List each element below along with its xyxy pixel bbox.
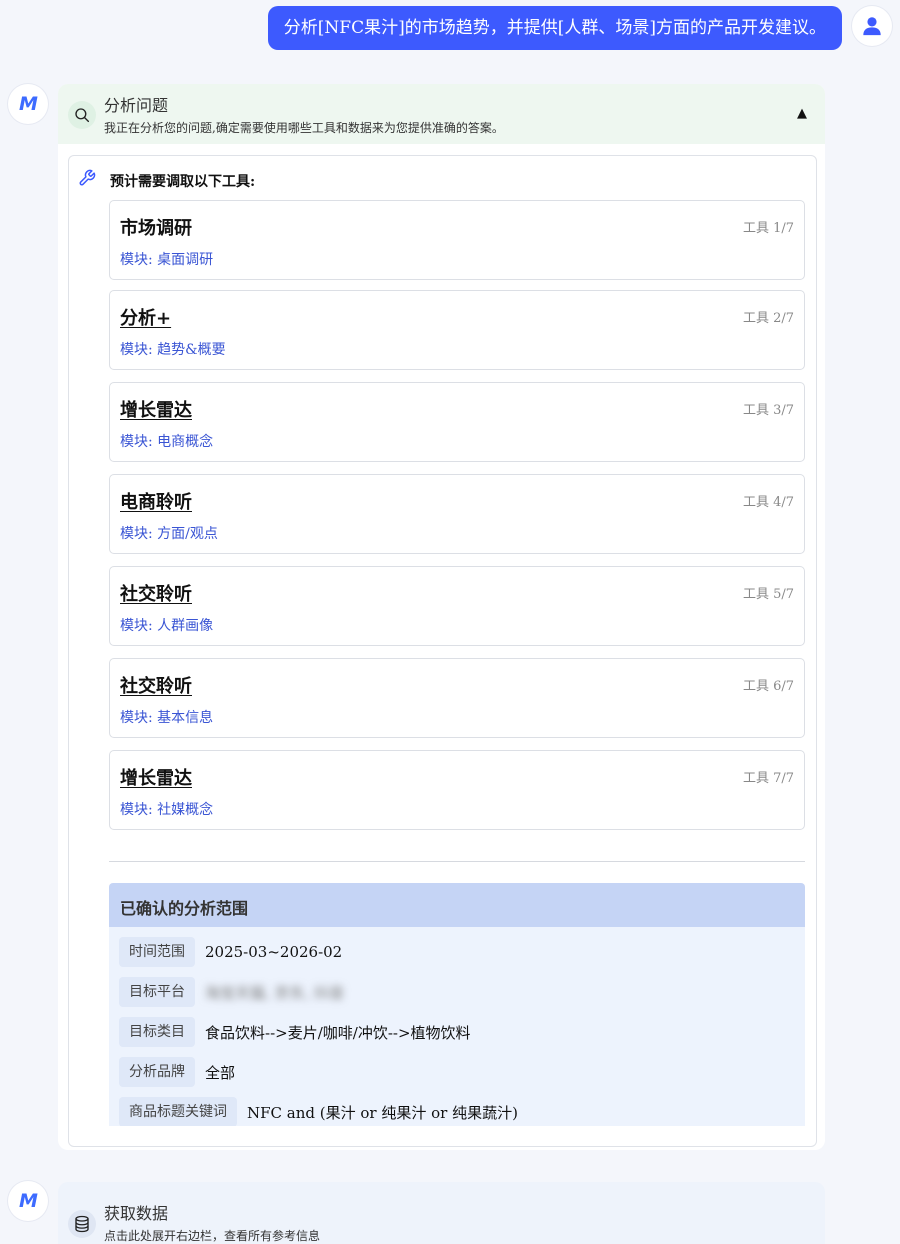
tool-module: 模块: 方面/观点 [120, 526, 218, 542]
tool-module: 模块: 社媒概念 [120, 802, 214, 818]
scope-value: 食品饮料-->麦片/咖啡/冲饮-->植物饮料 [205, 1023, 471, 1042]
scope-row: 商品标题关键词 NFC and (果汁 or 纯果汁 or 纯果蔬汁) [119, 1097, 518, 1126]
tool-index: 工具 5/7 [742, 587, 794, 602]
tool-index: 工具 4/7 [742, 495, 794, 510]
analysis-panel: 分析问题 我正在分析您的问题,确定需要使用哪些工具和数据来为您提供准确的答案。 … [58, 84, 825, 1150]
scope-row: 时间范围 2025-03~2026-02 [119, 937, 342, 967]
scope-label: 商品标题关键词 [119, 1097, 237, 1126]
user-avatar [852, 6, 892, 46]
tool-module: 模块: 趋势&概要 [120, 342, 226, 358]
scope-row: 目标类目 食品饮料-->麦片/咖啡/冲饮-->植物饮料 [119, 1017, 471, 1047]
user-message-row: 分析[NFC果汁]的市场趋势，并提供[人群、场景]方面的产品开发建议。 [0, 6, 900, 50]
tool-name-link[interactable]: 社交聆听 [120, 580, 192, 606]
scope-label: 分析品牌 [119, 1057, 195, 1087]
tool-module: 模块: 电商概念 [120, 434, 214, 450]
collapse-toggle-icon[interactable]: ▲ [797, 106, 807, 121]
tool-card[interactable]: 分析+ 工具 2/7 模块: 趋势&概要 [109, 290, 805, 370]
bot-avatar: M [8, 84, 48, 124]
tool-card[interactable]: 社交聆听 工具 5/7 模块: 人群画像 [109, 566, 805, 646]
user-message-bubble: 分析[NFC果汁]的市场趋势，并提供[人群、场景]方面的产品开发建议。 [267, 6, 842, 50]
tool-name-link[interactable]: 分析+ [120, 304, 171, 330]
scope-value: 全部 [205, 1063, 236, 1082]
tool-name-link[interactable]: 增长雷达 [120, 396, 192, 422]
tool-index: 工具 1/7 [742, 221, 794, 236]
tool-card[interactable]: 增长雷达 工具 7/7 模块: 社媒概念 [109, 750, 805, 830]
tool-module: 模块: 基本信息 [120, 710, 214, 726]
tool-index: 工具 3/7 [742, 403, 794, 418]
fetch-data-panel[interactable]: 获取数据 点击此处展开右边栏，查看所有参考信息 [58, 1182, 825, 1244]
scope-value: 2025-03~2026-02 [205, 943, 343, 961]
scope-title: 已确认的分析范围 [120, 899, 249, 918]
tool-card[interactable]: 社交聆听 工具 6/7 模块: 基本信息 [109, 658, 805, 738]
search-icon [68, 101, 96, 129]
tool-module: 模块: 桌面调研 [120, 252, 214, 268]
tools-heading: 预计需要调取以下工具: [110, 174, 256, 190]
tool-name-link[interactable]: 电商聆听 [120, 488, 192, 514]
scope-label: 时间范围 [119, 937, 195, 967]
scope-value: NFC and (果汁 or 纯果汁 or 纯果蔬汁) [247, 1103, 518, 1122]
scope-body: 时间范围 2025-03~2026-02 目标平台 淘宝天猫, 京东, 抖音 目… [109, 927, 805, 1126]
tool-card[interactable]: 电商聆听 工具 4/7 模块: 方面/观点 [109, 474, 805, 554]
tool-name-link[interactable]: 社交聆听 [120, 672, 192, 698]
bot-logo-icon: M [19, 93, 38, 115]
tool-index: 工具 2/7 [742, 311, 794, 326]
scope-value-redacted: 淘宝天猫, 京东, 抖音 [205, 983, 345, 1002]
tool-card[interactable]: 增长雷达 工具 3/7 模块: 电商概念 [109, 382, 805, 462]
tool-index: 工具 7/7 [742, 771, 794, 786]
scope-row: 目标平台 淘宝天猫, 京东, 抖音 [119, 977, 344, 1007]
analysis-title: 分析问题 [104, 96, 169, 115]
scope-label: 目标平台 [119, 977, 195, 1007]
user-icon [863, 17, 881, 36]
tool-name: 市场调研 [120, 218, 192, 239]
bot-avatar: M [8, 1181, 48, 1221]
analysis-panel-header[interactable]: 分析问题 我正在分析您的问题,确定需要使用哪些工具和数据来为您提供准确的答案。 … [58, 84, 825, 144]
tools-box: 预计需要调取以下工具: 市场调研 工具 1/7 模块: 桌面调研 分析+ 工具 … [68, 155, 817, 1147]
scope-row: 分析品牌 全部 [119, 1057, 235, 1087]
wrench-icon [79, 169, 96, 186]
scope-label: 目标类目 [119, 1017, 195, 1047]
bot-logo-icon: M [19, 1190, 38, 1212]
divider [109, 861, 805, 862]
tool-index: 工具 6/7 [742, 679, 794, 694]
fetch-subtitle[interactable]: 点击此处展开右边栏，查看所有参考信息 [104, 1227, 320, 1244]
scope-header: 已确认的分析范围 [109, 883, 805, 927]
tool-module: 模块: 人群画像 [120, 618, 214, 634]
tool-name-link[interactable]: 增长雷达 [120, 764, 192, 790]
tool-card[interactable]: 市场调研 工具 1/7 模块: 桌面调研 [109, 200, 805, 280]
fetch-title: 获取数据 [104, 1204, 169, 1223]
analysis-subtitle: 我正在分析您的问题,确定需要使用哪些工具和数据来为您提供准确的答案。 [104, 121, 504, 135]
database-icon [68, 1210, 96, 1238]
